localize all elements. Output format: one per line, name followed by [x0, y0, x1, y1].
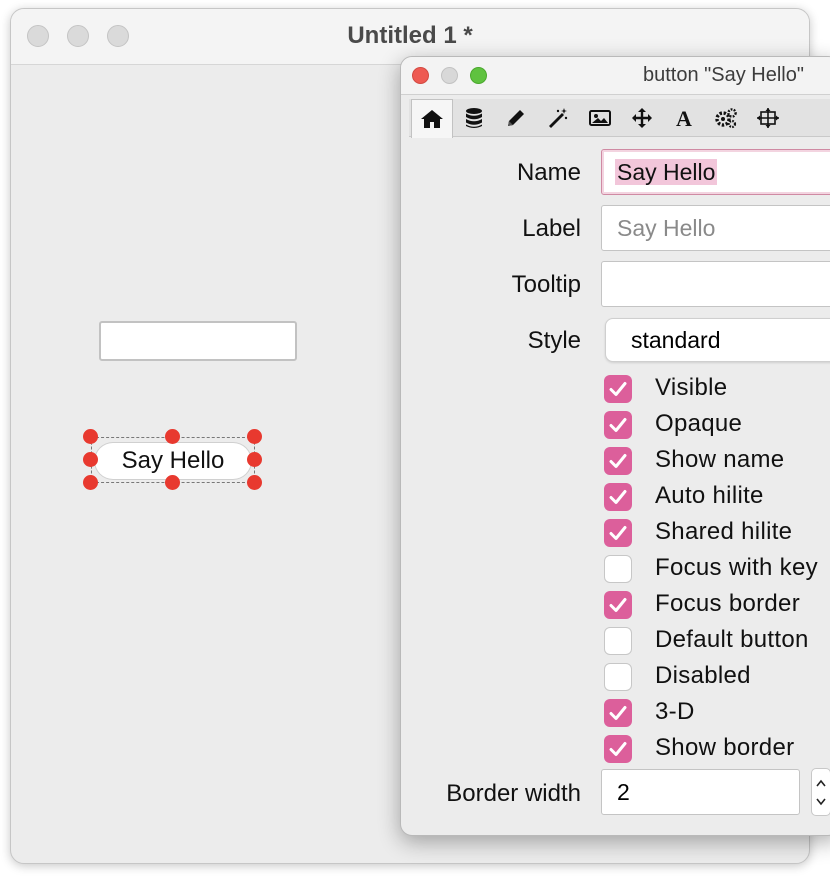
- checkbox-show-border-box[interactable]: [604, 735, 632, 763]
- checkbox-focus-with-key-box[interactable]: [604, 555, 632, 583]
- resize-handle-bottom[interactable]: [165, 475, 180, 490]
- checkbox-show-name-box[interactable]: [604, 447, 632, 475]
- magic-wand-icon[interactable]: [537, 99, 579, 137]
- inspector-titlebar: button "Say Hello": [401, 57, 830, 95]
- label-label: Label: [522, 215, 581, 242]
- gears-icon[interactable]: [705, 99, 747, 137]
- home-icon[interactable]: [411, 99, 453, 138]
- canvas-text-field[interactable]: [99, 321, 297, 361]
- inspector-zoom-button[interactable]: [470, 67, 487, 84]
- name-label: Name: [516, 159, 581, 186]
- pencil-icon[interactable]: [495, 99, 537, 137]
- move-icon[interactable]: [621, 99, 663, 137]
- checkbox-opaque-label: Opaque: [655, 410, 743, 437]
- database-icon[interactable]: [453, 99, 495, 137]
- inspector-toolbar: A: [409, 99, 830, 138]
- image-icon[interactable]: [579, 99, 621, 137]
- resize-handle-right[interactable]: [247, 452, 262, 467]
- resize-handle-top-right[interactable]: [247, 429, 262, 444]
- name-field[interactable]: Say Hello: [601, 149, 830, 195]
- name-value: Say Hello: [615, 159, 718, 185]
- inspector-title: button "Say Hello": [643, 64, 804, 86]
- resize-handle-bottom-right[interactable]: [247, 475, 262, 490]
- tooltip-field[interactable]: [601, 261, 830, 307]
- checkbox-focus-with-key-label: Focus with key: [655, 554, 818, 581]
- checkbox-show-border-label: Show border: [655, 734, 795, 761]
- inspector-minimize-button[interactable]: [441, 67, 458, 84]
- tooltip-label: Tooltip: [511, 271, 581, 298]
- checkbox-visible-label: Visible: [655, 374, 728, 401]
- checkbox-focus-border-box[interactable]: [604, 591, 632, 619]
- resize-handle-top[interactable]: [165, 429, 180, 444]
- resize-handle-top-left[interactable]: [83, 429, 98, 444]
- checkbox-opaque-box[interactable]: [604, 411, 632, 439]
- property-inspector: button "Say Hello" A Name Say Hello Labe…: [400, 56, 830, 836]
- checkbox-default-button-label: Default button: [655, 626, 809, 653]
- resize-handle-left[interactable]: [83, 452, 98, 467]
- checkbox-focus-border-label: Focus border: [655, 590, 800, 617]
- checkbox-disabled-label: Disabled: [655, 662, 751, 689]
- style-select[interactable]: standard: [605, 318, 830, 362]
- label-placeholder: Say Hello: [617, 215, 716, 241]
- style-label: Style: [527, 327, 581, 354]
- label-field[interactable]: Say Hello: [601, 205, 830, 251]
- checkbox-3d-label: 3-D: [655, 698, 695, 725]
- resize-icon[interactable]: [747, 99, 789, 137]
- svg-text:A: A: [676, 107, 692, 129]
- checkbox-3d-box[interactable]: [604, 699, 632, 727]
- border-width-stepper[interactable]: [811, 768, 830, 816]
- border-width-field[interactable]: 2: [601, 769, 800, 815]
- say-hello-button[interactable]: Say Hello: [95, 443, 251, 479]
- checkbox-default-button-box[interactable]: [604, 627, 632, 655]
- border-width-label: Border width: [446, 780, 581, 807]
- text-icon[interactable]: A: [663, 99, 705, 137]
- resize-handle-bottom-left[interactable]: [83, 475, 98, 490]
- checkbox-shared-hilite-box[interactable]: [604, 519, 632, 547]
- checkbox-shared-hilite-label: Shared hilite: [655, 518, 793, 545]
- checkbox-visible-box[interactable]: [604, 375, 632, 403]
- checkbox-auto-hilite-box[interactable]: [604, 483, 632, 511]
- checkbox-auto-hilite-label: Auto hilite: [655, 482, 764, 509]
- checkbox-disabled-box[interactable]: [604, 663, 632, 691]
- checkbox-show-name-label: Show name: [655, 446, 785, 473]
- inspector-close-button[interactable]: [412, 67, 429, 84]
